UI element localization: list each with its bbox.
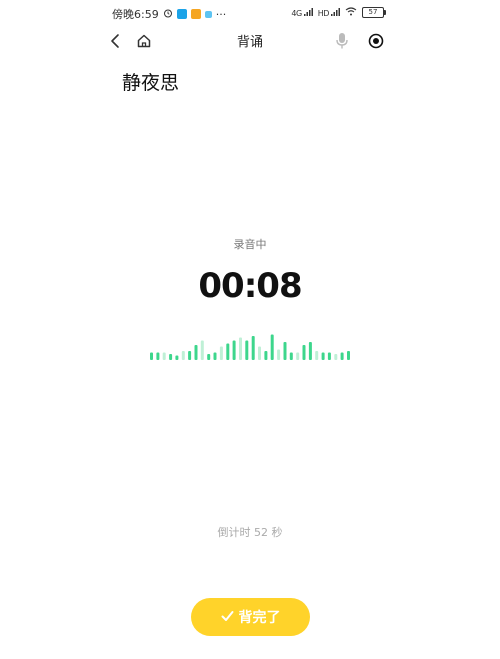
waveform-bar: [213, 352, 217, 360]
app-badge-icon: [204, 10, 212, 18]
microphone-icon[interactable]: [331, 30, 353, 52]
waveform-bar: [277, 349, 281, 360]
waveform-bar: [232, 340, 236, 360]
record-icon[interactable]: [365, 30, 387, 52]
done-button-label: 背完了: [238, 609, 281, 625]
waveform-bar: [175, 355, 179, 360]
more-notifications: ···: [215, 7, 227, 21]
waveform-bar: [308, 342, 312, 360]
waveform-bar: [188, 351, 192, 360]
waveform-bar: [219, 346, 223, 360]
waveform-bar: [150, 352, 153, 360]
check-icon: [221, 609, 234, 625]
waveform-bar: [226, 343, 230, 360]
waveform-bar: [181, 351, 185, 360]
waveform-bar: [283, 342, 287, 360]
waveform-bar: [302, 345, 306, 360]
nav-bar: 背诵: [0, 26, 500, 56]
battery-icon: 57: [362, 7, 386, 18]
signal-1-label: 4G: [291, 8, 302, 18]
waveform-bar: [245, 340, 249, 360]
countdown-text: 倒计时 52 秒: [217, 526, 283, 539]
waveform-bar: [347, 351, 350, 360]
status-right: 4G HD 57: [291, 6, 386, 19]
waveform-bar: [169, 354, 173, 360]
signal-2-label: HD: [317, 8, 330, 18]
waveform-bar: [321, 352, 325, 360]
waveform-bar: [315, 351, 319, 360]
waveform-bar: [258, 346, 261, 360]
waveform-bar: [296, 352, 300, 360]
waveform-bar: [200, 340, 204, 360]
waveform-bar: [162, 352, 166, 360]
status-time: 傍晚6:59: [112, 8, 159, 21]
recording-timer: 00:08: [198, 266, 302, 306]
recording-status-label: 录音中: [233, 238, 267, 251]
waveform-bar: [334, 354, 338, 360]
waveform-bar: [289, 352, 293, 360]
app-notification-icon: [176, 9, 187, 19]
status-bar: 傍晚6:59 ··· 4G HD 57: [0, 0, 500, 26]
done-reciting-button[interactable]: 背完了: [191, 598, 310, 636]
waveform-bar: [207, 354, 211, 360]
battery-level: 57: [368, 8, 378, 16]
audio-waveform: [150, 334, 350, 360]
waveform-bar: [340, 352, 344, 360]
recite-screen: 傍晚6:59 ··· 4G HD 57 背诵 静夜思 录音中 00:08 倒计时…: [0, 0, 500, 659]
status-left: 傍晚6:59 ···: [112, 6, 226, 22]
waveform-bar: [327, 352, 331, 360]
alarm-icon: [163, 8, 173, 21]
waveform-bar: [264, 351, 268, 360]
signal-1-icon: 4G: [291, 7, 313, 18]
wifi-icon: [345, 6, 357, 19]
waveform-bar: [270, 334, 274, 360]
page-title: 背诵: [236, 35, 263, 50]
waveform-bar: [156, 352, 160, 360]
signal-2-icon: HD: [317, 7, 340, 18]
waveform-bar: [239, 337, 242, 360]
poem-title: 静夜思: [122, 72, 180, 94]
waveform-bar: [194, 345, 198, 360]
message-notification-icon: [190, 9, 201, 19]
waveform-bar: [251, 336, 255, 360]
